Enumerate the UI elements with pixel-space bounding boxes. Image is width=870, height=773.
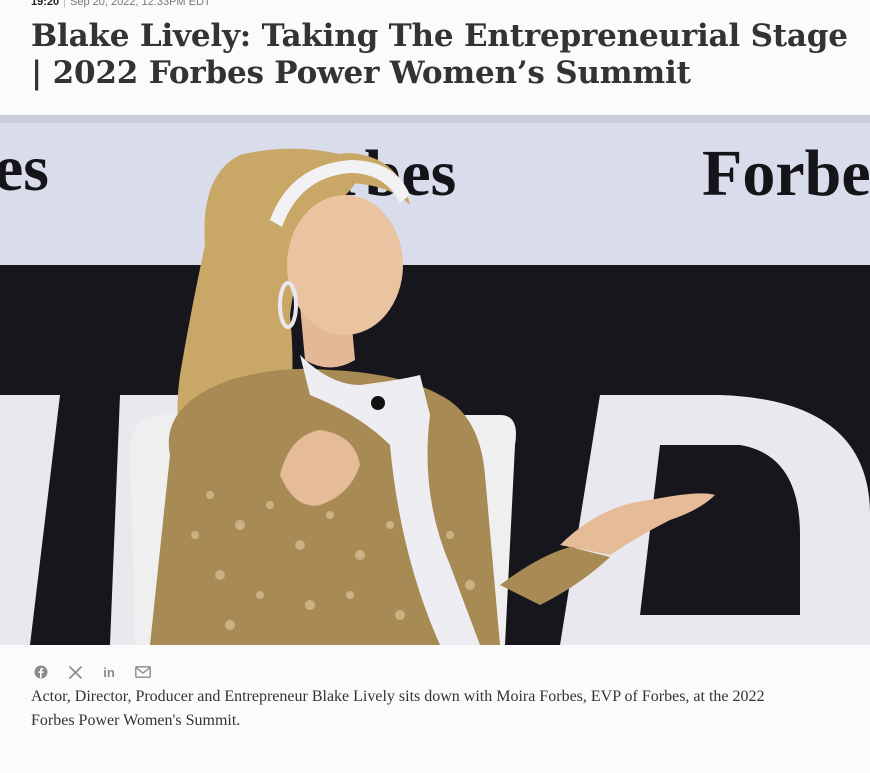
- share-facebook-button[interactable]: [31, 662, 51, 682]
- email-icon: [135, 666, 151, 678]
- video-player[interactable]: es Forbes Forbe: [0, 115, 870, 645]
- share-bar: in: [31, 661, 153, 683]
- backdrop-top-edge: [0, 115, 870, 123]
- page-title: Blake Lively: Taking The Entrepreneurial…: [31, 18, 848, 91]
- linkedin-icon: in: [103, 664, 115, 680]
- x-icon: [68, 665, 82, 679]
- meta-separator: |: [63, 0, 66, 8]
- video-caption: Actor, Director, Producer and Entreprene…: [31, 688, 765, 729]
- video-frame: es Forbes Forbe: [0, 115, 870, 645]
- face: [287, 195, 403, 335]
- share-email-button[interactable]: [133, 662, 153, 682]
- video-meta: 19:20 | Sep 20, 2022, 12:33PM EDT: [31, 0, 211, 8]
- backdrop-wordmark-left: es: [0, 132, 49, 205]
- backdrop-letter-d-inner: [640, 445, 800, 615]
- share-linkedin-button[interactable]: in: [99, 662, 119, 682]
- lapel-mic: [371, 396, 385, 410]
- video-duration: 19:20: [31, 0, 60, 8]
- publish-date: Sep 20, 2022, 12:33PM EDT: [70, 0, 211, 8]
- share-x-button[interactable]: [65, 662, 85, 682]
- facebook-icon: [34, 665, 48, 679]
- backdrop-wordmark-right: Forbe: [702, 137, 870, 210]
